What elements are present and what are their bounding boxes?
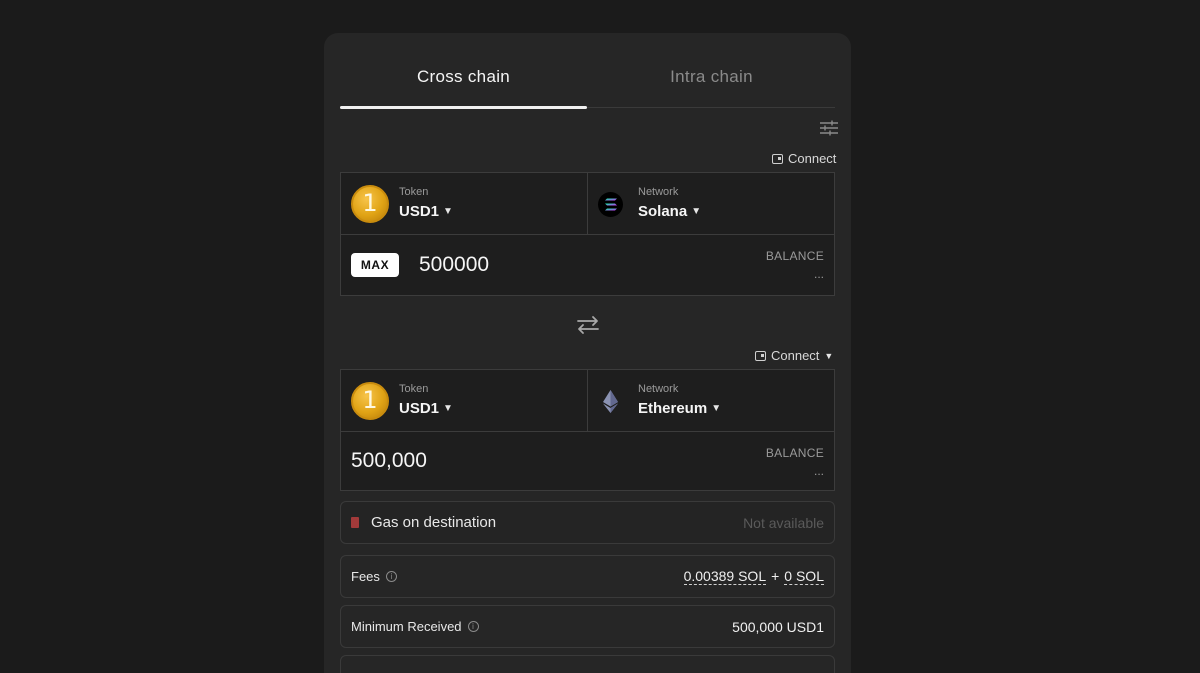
network-label: Network xyxy=(638,186,679,198)
destination-amount-row: 500,000 BALANCE ... xyxy=(341,432,834,492)
fees-row: Fees i 0.00389 SOL + 0 SOL xyxy=(340,555,835,598)
usd1-coin-icon: 1 xyxy=(351,382,389,420)
fees-label-wrap: Fees i xyxy=(351,569,397,584)
bridge-card: Cross chain Intra chain Connect 1 Token … xyxy=(324,33,851,673)
chevron-down-icon: ▼ xyxy=(691,206,702,217)
destination-connect-button[interactable]: Connect ▼ xyxy=(755,348,833,363)
usd1-coin-icon: 1 xyxy=(351,185,389,223)
network-value: Ethereum ▼ xyxy=(638,400,721,417)
wallet-icon xyxy=(755,350,766,361)
chevron-down-icon: ▼ xyxy=(443,206,453,217)
network-value: Solana ▼ xyxy=(638,203,701,220)
destination-selectors: 1 Token USD1 ▼ Network Ethereum ▼ xyxy=(341,370,834,432)
destination-amount: 500,000 xyxy=(351,449,427,472)
solana-logo-icon xyxy=(598,192,623,217)
wallet-icon xyxy=(772,153,783,164)
gas-label-wrap: Gas on destination xyxy=(351,514,496,531)
network-name: Solana xyxy=(638,203,688,220)
source-selectors: 1 Token USD1 ▼ Network Solana ▼ xyxy=(341,173,834,235)
ethereum-logo-icon xyxy=(603,390,618,413)
connect-label: Connect xyxy=(771,348,820,363)
network-label: Network xyxy=(638,383,679,395)
token-symbol: USD1 xyxy=(399,203,440,220)
network-name: Ethereum xyxy=(638,400,708,417)
source-token-selector[interactable]: 1 Token USD1 ▼ xyxy=(341,173,588,235)
min-received-label: Minimum Received xyxy=(351,619,462,634)
gas-label: Gas on destination xyxy=(371,514,497,531)
source-amount-row: MAX 500000 BALANCE ... xyxy=(341,235,834,295)
token-value: USD1 ▼ xyxy=(399,400,453,417)
destination-token-selector[interactable]: 1 Token USD1 ▼ xyxy=(341,370,588,432)
destination-network-selector[interactable]: Network Ethereum ▼ xyxy=(588,370,834,432)
gas-status: Not available xyxy=(743,514,824,531)
min-received-value: 500,000 USD1 xyxy=(732,618,824,635)
min-received-label-wrap: Minimum Received i xyxy=(351,619,479,634)
connect-label: Connect xyxy=(788,151,837,166)
token-symbol: USD1 xyxy=(399,400,440,417)
info-icon[interactable]: i xyxy=(467,621,479,632)
balance-label: BALANCE xyxy=(765,446,824,460)
active-tab-indicator xyxy=(340,106,587,109)
source-network-selector[interactable]: Network Solana ▼ xyxy=(588,173,834,235)
fee-plus: + xyxy=(771,568,780,584)
chevron-down-icon: ▼ xyxy=(443,403,453,414)
next-info-row xyxy=(340,655,835,673)
settings-sliders-icon[interactable] xyxy=(820,120,838,136)
max-button[interactable]: MAX xyxy=(351,253,399,277)
swap-direction-icon[interactable] xyxy=(576,315,600,335)
balance-label: BALANCE xyxy=(765,249,824,263)
minimum-received-row: Minimum Received i 500,000 USD1 xyxy=(340,605,835,648)
gas-on-destination-row: Gas on destination Not available xyxy=(340,501,835,544)
source-connect-button[interactable]: Connect xyxy=(772,151,836,166)
destination-panel: 1 Token USD1 ▼ Network Ethereum ▼ 500,00… xyxy=(340,369,835,491)
gas-pump-icon xyxy=(351,517,359,528)
tab-intra-chain[interactable]: Intra chain xyxy=(588,33,835,108)
source-amount-input[interactable]: 500000 xyxy=(419,253,489,277)
fees-value: 0.00389 SOL + 0 SOL xyxy=(683,568,824,585)
fee-source-value[interactable]: 0.00389 SOL xyxy=(683,568,767,585)
token-value: USD1 ▼ xyxy=(399,203,453,220)
token-label: Token xyxy=(399,186,429,198)
balance-value: ... xyxy=(813,267,824,281)
info-icon[interactable]: i xyxy=(385,571,397,582)
tab-cross-chain[interactable]: Cross chain xyxy=(340,33,587,108)
fee-destination-value[interactable]: 0 SOL xyxy=(784,568,824,585)
chevron-down-icon: ▼ xyxy=(711,403,722,414)
fees-label: Fees xyxy=(351,569,380,584)
token-label: Token xyxy=(399,383,429,395)
chevron-down-icon: ▼ xyxy=(824,350,834,361)
balance-value: ... xyxy=(813,464,824,478)
tab-bar: Cross chain Intra chain xyxy=(340,33,835,109)
source-panel: 1 Token USD1 ▼ Network Solana ▼ MAX 5000… xyxy=(340,172,835,296)
